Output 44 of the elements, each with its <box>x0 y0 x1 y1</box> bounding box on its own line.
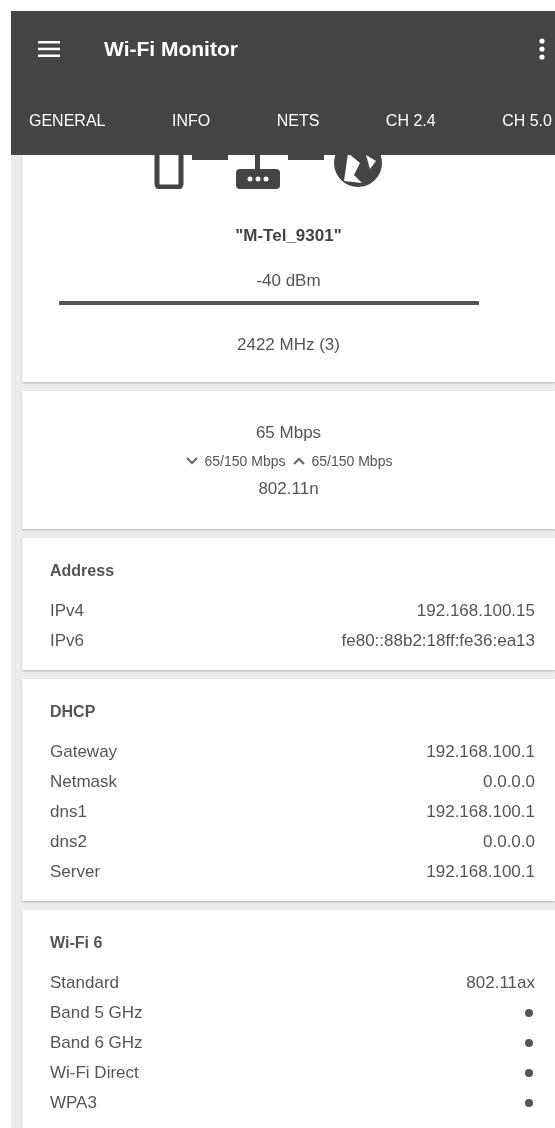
row-value: 192.168.100.1 <box>426 862 535 882</box>
chevron-up-icon <box>291 456 306 466</box>
status-dot <box>525 1009 533 1017</box>
row-label: Gateway <box>50 742 118 762</box>
row-value: 0.0.0.0 <box>483 832 535 852</box>
section-title: Address <box>50 562 116 580</box>
row-label: Standard <box>50 973 119 993</box>
signal-strength: -40 dBm <box>256 271 321 291</box>
tab[interactable]: NETS <box>276 108 320 134</box>
section-title: Wi-Fi 6 <box>50 934 104 952</box>
app-title: Wi-Fi Monitor <box>104 36 239 61</box>
network-name: "M-Tel_9301" <box>235 226 342 246</box>
menu-icon[interactable] <box>38 40 60 57</box>
row-value: fe80::88b2:18ff:fe36:ea13 <box>341 631 535 651</box>
more-options-icon[interactable] <box>539 37 545 60</box>
tab[interactable]: INFO <box>171 108 211 134</box>
tab[interactable]: CH 5.0 <box>502 108 552 134</box>
row-value: 192.168.100.1 <box>426 802 535 822</box>
row-value: 0.0.0.0 <box>483 772 535 792</box>
tab[interactable]: CH 2.4 <box>385 108 436 134</box>
frequency: 2422 MHz (3) <box>237 335 340 355</box>
upload-rate: 65/150 Mbps <box>311 453 393 469</box>
row-label: dns2 <box>50 832 87 852</box>
status-dot <box>525 1039 533 1047</box>
row-label: Band 5 GHz <box>50 1003 143 1023</box>
row-label: Wi-Fi Direct <box>50 1063 139 1083</box>
row-label: Netmask <box>50 772 118 792</box>
row-label: Band 6 GHz <box>50 1033 143 1053</box>
row-value: 192.168.100.15 <box>416 601 535 621</box>
row-label: Server <box>50 862 101 882</box>
row-label: dns1 <box>50 802 87 822</box>
row-label: IPv4 <box>50 601 85 621</box>
wifi-standard: 802.11n <box>258 479 319 499</box>
tab[interactable]: GENERAL <box>29 108 106 134</box>
section-title: DHCP <box>50 703 97 721</box>
status-dot <box>525 1069 533 1077</box>
status-dot <box>525 1099 533 1107</box>
link-speed: 65 Mbps <box>255 423 322 443</box>
row-value: 192.168.100.1 <box>426 742 535 762</box>
row-value: 802.11ax <box>466 973 535 993</box>
row-label: WPA3 <box>50 1093 97 1113</box>
chevron-down-icon <box>184 456 199 466</box>
download-rate: 65/150 Mbps <box>204 453 286 469</box>
row-label: IPv6 <box>50 631 85 651</box>
